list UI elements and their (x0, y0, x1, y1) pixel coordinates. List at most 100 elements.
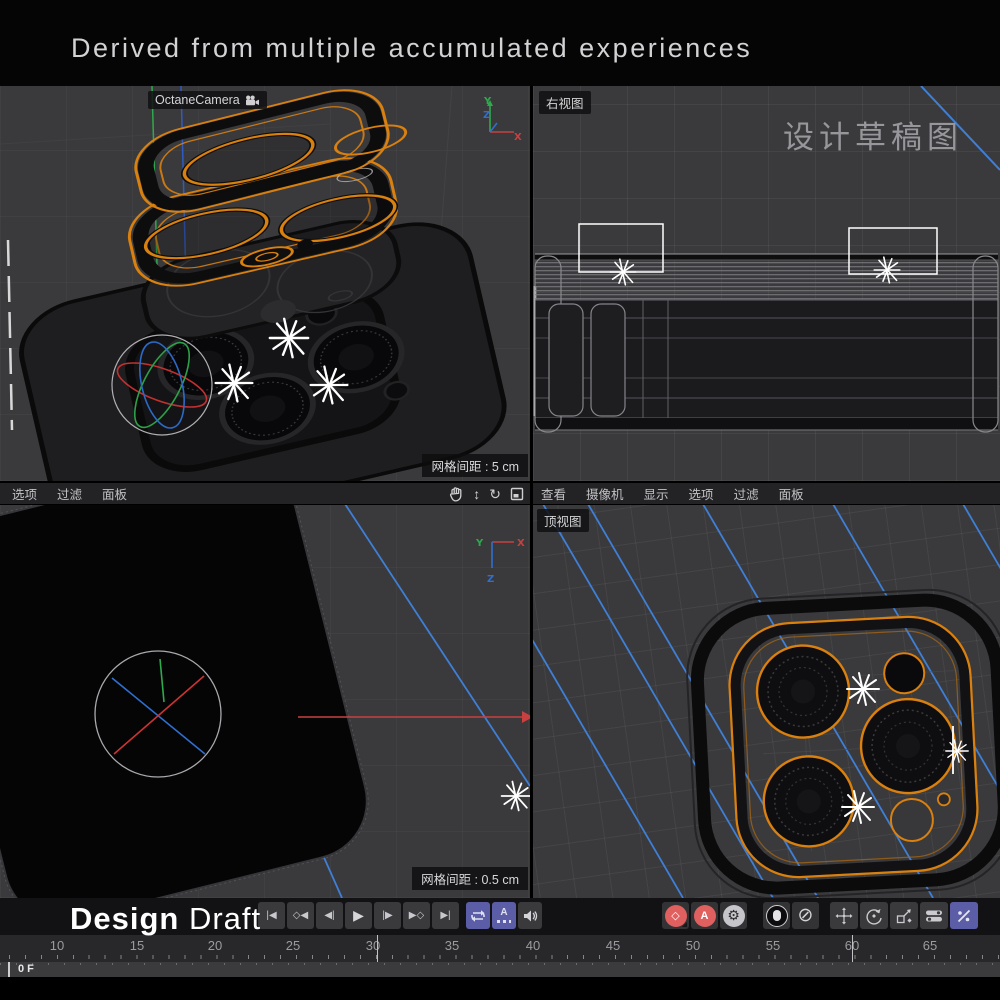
top-banner: Derived from multiple accumulated experi… (0, 0, 1000, 86)
playback-controls: |◀ ◇◀ ◀| ▶ |▶ ▶◇ ▶| (258, 902, 459, 929)
right-view-label: 右视图 (546, 93, 584, 112)
ruler-label-45: 45 (601, 938, 625, 953)
menu-filter[interactable]: 过滤 (57, 484, 82, 503)
right-view-label-chip[interactable]: 右视图 (539, 91, 591, 114)
grid-spacing-label: 网格间距 : 0.5 cm (412, 867, 528, 890)
keyframe-hud-icon: A (497, 908, 511, 923)
svg-text:Z: Z (487, 574, 494, 585)
jump-start-button[interactable]: |◀ (258, 902, 285, 929)
svg-text:X: X (517, 538, 525, 549)
dolly-icon[interactable]: ↕ (473, 487, 480, 501)
right-viewport[interactable]: 右视图 设计草稿图 (533, 86, 1000, 481)
menu-panel[interactable]: 面板 (102, 484, 127, 503)
camera-label-chip[interactable]: OctaneCamera (148, 91, 267, 109)
scale-icon (895, 907, 913, 925)
solo-group: ⊘ (763, 902, 819, 929)
record-keyframe-icon: ◇ (665, 905, 687, 927)
menu-view[interactable]: 查看 (541, 484, 566, 503)
menu-options[interactable]: 选项 (689, 484, 714, 503)
solo-single-button[interactable]: ⊘ (792, 902, 819, 929)
front-viewport[interactable]: Y X Z 网格间距 : 0.5 cm (0, 504, 530, 898)
top-canvas[interactable] (533, 504, 1000, 898)
move-tool-button[interactable] (830, 902, 858, 929)
front-axis-gizmo: Y X Z (468, 530, 526, 590)
perspective-axis-gizmo: Y Z X (470, 92, 522, 144)
coordinate-system-button[interactable] (920, 902, 948, 929)
ruler-label-15: 15 (125, 938, 149, 953)
animation-toolbar: |◀ ◇◀ ◀| ▶ |▶ ▶◇ ▶| A (0, 898, 1000, 935)
top-view-label-chip[interactable]: 顶视图 (537, 509, 589, 532)
design-draft-cn: 设计草稿图 (783, 112, 963, 157)
viewport-nav-tools: ↕ ↻ (449, 483, 524, 504)
frame-marker-60[interactable] (852, 935, 853, 962)
menu-panel[interactable]: 面板 (779, 484, 804, 503)
next-frame-button[interactable]: |▶ (374, 902, 401, 929)
perspective-canvas[interactable] (0, 86, 530, 481)
top-viewport[interactable]: 顶视图 (533, 504, 1000, 898)
timeline-ruler[interactable]: 10 15 20 25 30 35 40 45 50 55 60 65 (0, 935, 1000, 962)
loop-icon (469, 909, 487, 923)
ruler-label-25: 25 (281, 938, 305, 953)
coord-snap-group (920, 902, 978, 929)
rotate-icon (865, 907, 883, 925)
sound-button[interactable] (518, 902, 542, 929)
next-key-button[interactable]: ▶◇ (403, 902, 430, 929)
play-button[interactable]: ▶ (345, 902, 372, 929)
range-start-handle[interactable] (8, 962, 10, 977)
menu-options[interactable]: 选项 (12, 484, 37, 503)
grid-spacing-label: 网格间距 : 5 cm (422, 454, 528, 477)
playback-options: A (466, 902, 542, 929)
ruler-label-40: 40 (521, 938, 545, 953)
banner-title: Derived from multiple accumulated experi… (71, 33, 752, 64)
maximize-viewport-icon[interactable] (510, 487, 524, 501)
ruler-tick-marks (0, 955, 1000, 959)
prev-key-button[interactable]: ◇◀ (287, 902, 314, 929)
ruler-label-65: 65 (918, 938, 942, 953)
snap-button[interactable] (950, 902, 978, 929)
left-viewport-menubar: 选项 过滤 面板 ↕ ↻ (0, 482, 530, 505)
keyframe-settings-button[interactable]: ⚙ (720, 902, 747, 929)
svg-text:Z: Z (483, 110, 490, 121)
ruler-label-55: 55 (761, 938, 785, 953)
scale-tool-button[interactable] (890, 902, 918, 929)
camera-label: OctaneCamera (155, 93, 240, 107)
ruler-label-30: 30 (361, 938, 385, 953)
menu-filter[interactable]: 过滤 (734, 484, 759, 503)
autokey-button[interactable]: A (691, 902, 718, 929)
solo-off-icon (766, 905, 788, 927)
svg-text:Y: Y (475, 538, 484, 549)
movie-camera-icon (245, 95, 260, 106)
application-window: Derived from multiple accumulated experi… (0, 0, 1000, 1000)
ruler-label-10: 10 (45, 938, 69, 953)
autokey-icon: A (694, 905, 716, 927)
gear-icon: ⚙ (723, 905, 745, 927)
orbit-icon[interactable]: ↻ (489, 487, 501, 501)
loop-mode-button[interactable] (466, 902, 490, 929)
keyframe-hud-button[interactable]: A (492, 902, 516, 929)
frame-marker-30[interactable] (377, 935, 378, 962)
move-icon (835, 907, 853, 925)
ruler-label-35: 35 (440, 938, 464, 953)
jump-end-button[interactable]: ▶| (432, 902, 459, 929)
coordinate-toggle-icon (924, 909, 944, 923)
perspective-viewport[interactable]: OctaneCamera Y Z X 网格间距 : 5 cm (0, 86, 530, 481)
menu-camera[interactable]: 摄像机 (586, 484, 624, 503)
keyframe-record-group: ◇ A ⚙ (662, 902, 747, 929)
range-start-label: 0 F (18, 963, 34, 975)
prev-frame-button[interactable]: ◀| (316, 902, 343, 929)
ruler-label-50: 50 (681, 938, 705, 953)
transform-tools (830, 902, 918, 929)
speaker-icon (522, 908, 538, 924)
snap-icon (955, 907, 973, 925)
svg-text:Y: Y (483, 96, 492, 107)
svg-text:X: X (514, 132, 522, 143)
solo-off-button[interactable] (763, 902, 790, 929)
timeline-range-slider[interactable]: 0 F (0, 962, 1000, 977)
no-record-icon: ⊘ (795, 905, 817, 927)
rotate-tool-button[interactable] (860, 902, 888, 929)
ruler-label-20: 20 (203, 938, 227, 953)
menu-display[interactable]: 显示 (644, 484, 669, 503)
front-canvas[interactable] (0, 504, 530, 898)
pan-hand-icon[interactable] (449, 486, 464, 502)
record-keyframe-button[interactable]: ◇ (662, 902, 689, 929)
